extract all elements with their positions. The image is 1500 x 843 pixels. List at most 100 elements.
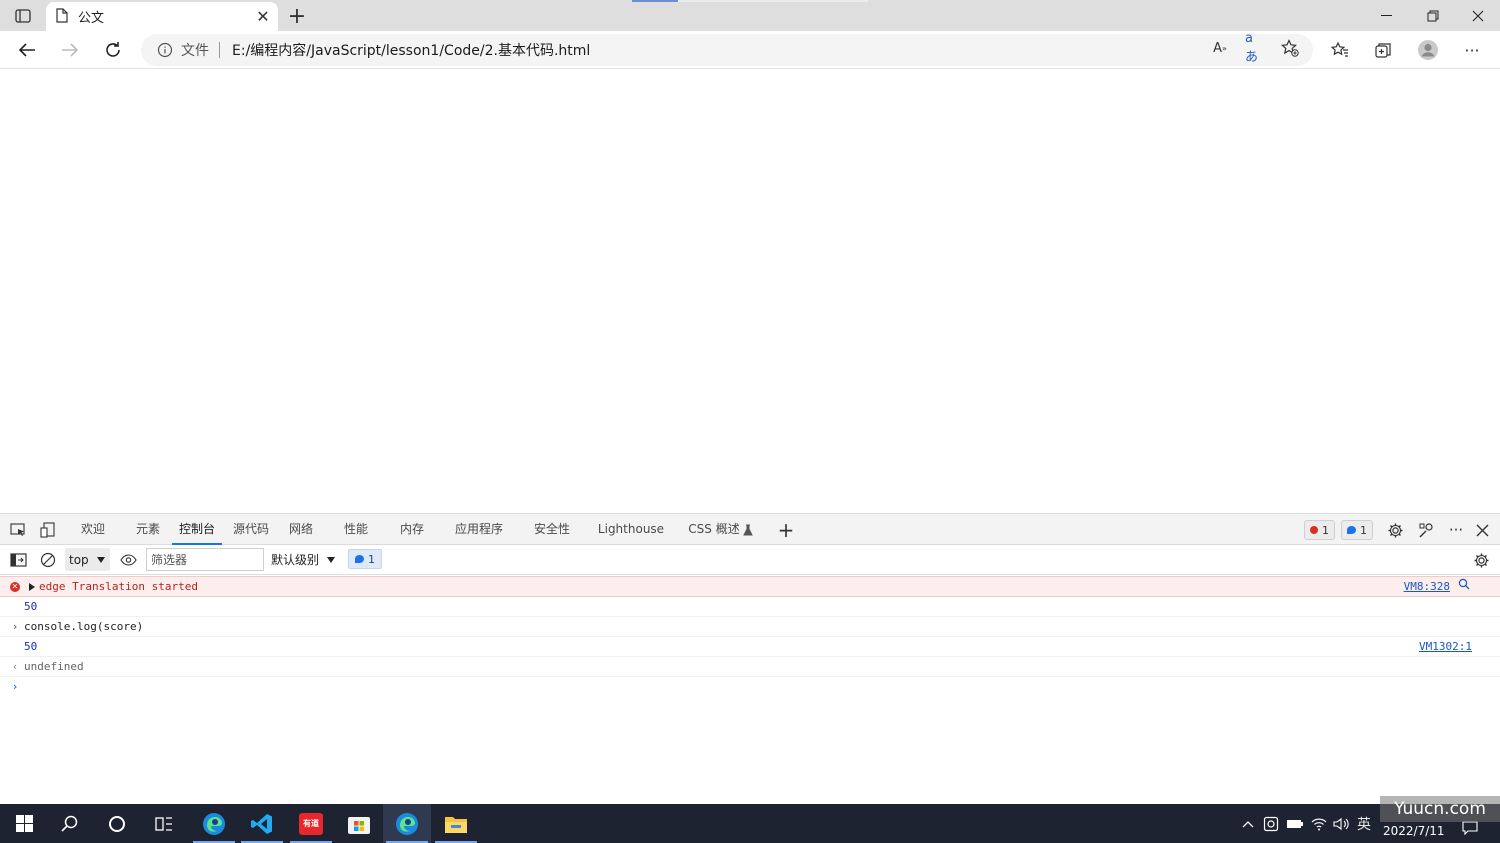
settings-gear-icon[interactable] xyxy=(1385,521,1405,539)
console-log-line: 50 VM1302:1 xyxy=(0,637,1500,657)
context-select[interactable]: top xyxy=(65,548,110,571)
device-emulation-icon[interactable] xyxy=(38,521,58,539)
taskbar-date[interactable]: 2022/7/11 xyxy=(1383,824,1445,838)
url-text[interactable]: E:/编程内容/JavaScript/lesson1/Code/2.基本代码.h… xyxy=(232,40,590,60)
customize-icon[interactable] xyxy=(1416,521,1436,539)
console-message: console.log(score) xyxy=(24,620,144,633)
restore-button[interactable] xyxy=(1410,0,1456,31)
issues-badge[interactable]: 1 xyxy=(348,549,382,569)
message-count-badge[interactable]: 1 xyxy=(1341,520,1373,540)
cortana-icon[interactable] xyxy=(93,804,141,843)
source-link[interactable]: VM1302:1 xyxy=(1419,637,1472,657)
add-favorite-icon[interactable] xyxy=(1280,38,1300,58)
edge-dev-app-icon[interactable] xyxy=(383,804,431,843)
tab-title: 公文 xyxy=(78,11,105,26)
close-window-button[interactable] xyxy=(1455,0,1500,31)
taskbar: 有道 英 2022/7/11 xyxy=(0,804,1500,843)
battery-icon[interactable] xyxy=(1285,814,1305,834)
browser-toolbar: 文件 E:/编程内容/JavaScript/lesson1/Code/2.基本代… xyxy=(0,31,1500,69)
message-count: 1 xyxy=(1360,523,1367,537)
forward-button[interactable] xyxy=(55,35,85,65)
loading-indicator xyxy=(632,0,868,2)
message-icon xyxy=(1347,526,1356,534)
expand-triangle-icon[interactable] xyxy=(29,583,35,591)
wifi-icon[interactable] xyxy=(1309,814,1329,834)
back-button[interactable] xyxy=(12,35,42,65)
log-level-value: 默认级别 xyxy=(271,553,320,567)
error-count: 1 xyxy=(1322,523,1329,537)
browser-tab[interactable]: 公文 ✕ xyxy=(46,2,278,31)
filter-input[interactable] xyxy=(146,548,264,571)
tab-close-icon[interactable]: ✕ xyxy=(252,6,274,28)
console-prompt[interactable]: › xyxy=(0,677,1500,697)
youdao-app-icon[interactable]: 有道 xyxy=(287,804,335,843)
info-icon[interactable] xyxy=(157,42,173,58)
favorites-icon[interactable] xyxy=(1326,36,1354,64)
console-log-line: 50 xyxy=(0,597,1500,617)
tab-memory[interactable]: 内存 xyxy=(394,514,430,545)
read-aloud-icon[interactable]: A» xyxy=(1210,38,1230,58)
console-message: edge Translation started xyxy=(39,580,198,593)
error-count-badge[interactable]: 1 xyxy=(1304,520,1335,540)
profile-avatar[interactable] xyxy=(1414,36,1442,64)
start-button[interactable] xyxy=(0,804,48,843)
add-tab-icon[interactable]: + xyxy=(776,518,796,542)
error-icon: ✕ xyxy=(10,582,20,592)
file-explorer-app-icon[interactable] xyxy=(432,804,480,843)
console-message: undefined xyxy=(24,660,84,673)
volume-icon[interactable] xyxy=(1331,814,1351,834)
sidebar-toggle-icon[interactable] xyxy=(8,551,28,569)
live-expression-eye-icon[interactable] xyxy=(118,551,138,569)
tab-sources[interactable]: 源代码 xyxy=(230,514,272,545)
minimize-button[interactable] xyxy=(1364,0,1410,31)
collections-icon[interactable] xyxy=(1369,36,1397,64)
console-input-line: › console.log(score) xyxy=(0,617,1500,637)
tab-console[interactable]: 控制台 xyxy=(172,514,222,545)
more-menu-icon[interactable]: ··· xyxy=(1458,36,1486,64)
input-chevron-icon: › xyxy=(11,620,19,633)
store-app-icon[interactable] xyxy=(335,804,383,843)
log-level-select[interactable]: 默认级别 xyxy=(271,548,336,571)
inspect-element-icon[interactable] xyxy=(8,521,28,539)
tab-security[interactable]: 安全性 xyxy=(528,514,576,545)
watermark: Yuucn.com xyxy=(1380,796,1500,822)
scheme-label: 文件 xyxy=(181,43,209,59)
experiment-flask-icon xyxy=(738,521,758,539)
close-devtools-icon[interactable] xyxy=(1472,521,1492,539)
title-bar: 公文 ✕ + xyxy=(0,0,1500,31)
tab-network[interactable]: 网络 xyxy=(284,514,318,545)
devtools-more-icon[interactable]: ··· xyxy=(1446,521,1466,539)
ime-indicator[interactable]: 英 xyxy=(1354,814,1374,834)
tab-actions-icon[interactable] xyxy=(8,5,38,27)
tab-elements[interactable]: 元素 xyxy=(130,514,166,545)
tab-welcome[interactable]: 欢迎 xyxy=(74,514,112,545)
refresh-button[interactable] xyxy=(98,35,128,65)
console-settings-gear-icon[interactable] xyxy=(1471,551,1491,569)
clear-console-icon[interactable] xyxy=(38,551,58,569)
console-output: ✕ edge Translation started VM8:328 50 › … xyxy=(0,576,1500,697)
source-link[interactable]: VM8:328 xyxy=(1404,577,1450,597)
console-toolbar: top 默认级别 1 xyxy=(0,545,1500,575)
issues-count: 1 xyxy=(368,552,375,566)
security-tray-icon[interactable] xyxy=(1261,814,1281,834)
task-view-icon[interactable] xyxy=(140,804,188,843)
search-icon[interactable] xyxy=(1458,577,1470,597)
tray-overflow-icon[interactable] xyxy=(1238,814,1258,834)
youdao-label: 有道 xyxy=(299,812,323,835)
error-icon xyxy=(1310,526,1318,534)
tab-performance[interactable]: 性能 xyxy=(338,514,374,545)
address-bar[interactable]: 文件 E:/编程内容/JavaScript/lesson1/Code/2.基本代… xyxy=(141,34,1313,66)
prompt-chevron-icon: › xyxy=(11,680,19,693)
translate-icon[interactable]: aあ xyxy=(1245,31,1265,65)
tab-lighthouse[interactable]: Lighthouse xyxy=(596,514,666,545)
context-value: top xyxy=(69,552,89,567)
edge-app-icon[interactable] xyxy=(190,804,238,843)
new-tab-button[interactable]: + xyxy=(284,4,310,29)
vscode-app-icon[interactable] xyxy=(238,804,286,843)
devtools-tab-bar: 欢迎 元素 控制台 源代码 网络 性能 内存 应用程序 安全性 Lighthou… xyxy=(0,513,1500,545)
search-icon[interactable] xyxy=(46,804,94,843)
tab-application[interactable]: 应用程序 xyxy=(450,514,508,545)
tab-css-overview[interactable]: CSS 概述 xyxy=(688,514,740,545)
console-error-line[interactable]: ✕ edge Translation started VM8:328 xyxy=(0,576,1500,597)
console-message: 50 xyxy=(24,600,38,613)
